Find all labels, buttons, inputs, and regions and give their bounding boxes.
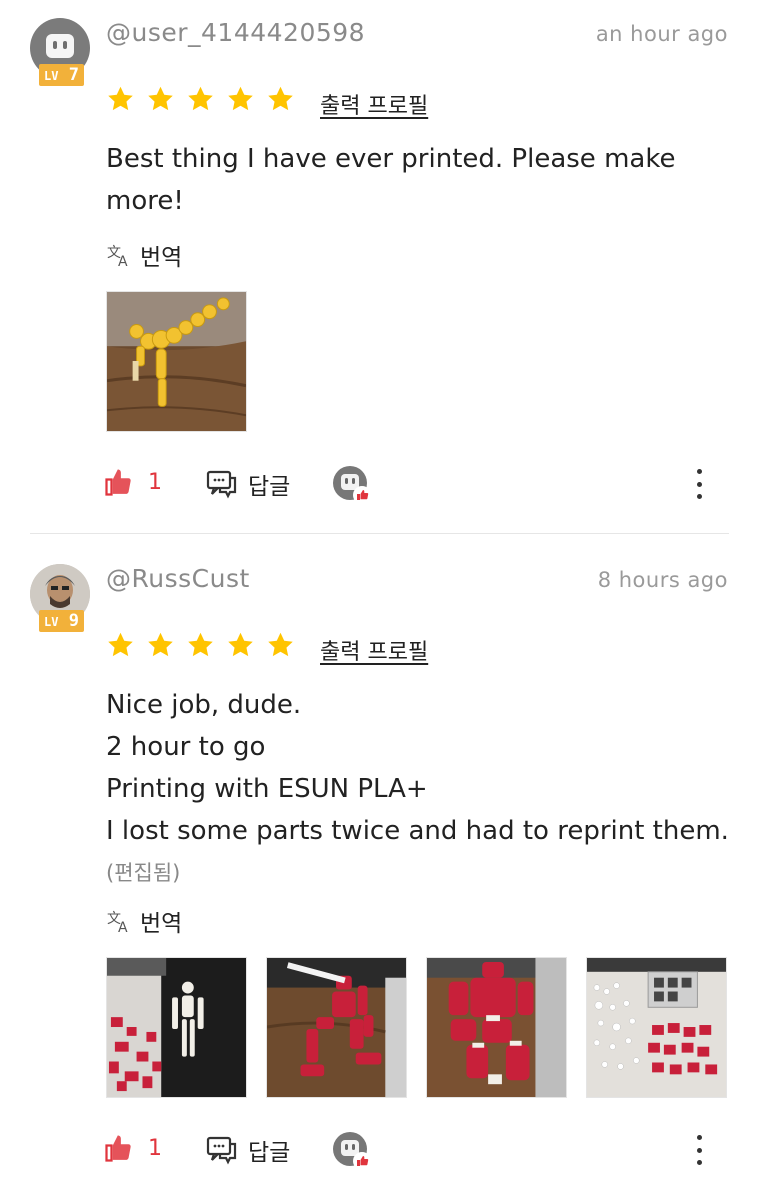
- rating-stars: [106, 631, 295, 659]
- comment-photo[interactable]: [106, 291, 247, 432]
- white-figure-on-mat-photo: [107, 958, 246, 1097]
- translate-icon: 文 A: [107, 245, 128, 268]
- reply-button[interactable]: 답글: [206, 467, 290, 501]
- like-button[interactable]: 1: [104, 1133, 162, 1163]
- thumbs-up-icon: [105, 1135, 131, 1162]
- translate-label: 번역: [140, 911, 183, 937]
- translate-button[interactable]: 文 A 번역: [106, 238, 182, 272]
- liker-avatar[interactable]: [332, 465, 372, 505]
- comment-photo[interactable]: [426, 957, 567, 1098]
- translate-label: 번역: [140, 245, 183, 271]
- level-badge: LV 9: [39, 610, 84, 632]
- star-icon: [268, 632, 293, 657]
- star-icon: [228, 86, 253, 111]
- reply-bubble-icon: [206, 1136, 237, 1165]
- liker-avatar[interactable]: [332, 1131, 372, 1171]
- like-count: 1: [148, 1135, 162, 1161]
- star-icon: [148, 632, 173, 657]
- star-icon: [188, 86, 213, 111]
- rating-stars: [106, 85, 295, 113]
- comment-line: Printing with ESUN PLA+: [106, 774, 428, 804]
- reply-label: 답글: [248, 474, 291, 500]
- red-figure-closeup-photo: [427, 958, 566, 1097]
- reply-label: 답글: [248, 1140, 291, 1166]
- star-icon: [108, 632, 133, 657]
- level-badge: LV 7: [39, 64, 84, 86]
- comment-line: more!: [106, 186, 184, 216]
- comment-line: I lost some parts twice and had to repri…: [106, 816, 729, 846]
- star-icon: [228, 632, 253, 657]
- comment-actions: 1 답글: [104, 465, 729, 507]
- avatar[interactable]: LV 9: [30, 564, 92, 634]
- star-icon: [108, 86, 133, 111]
- star-icon: [268, 86, 293, 111]
- star-icon: [148, 86, 173, 111]
- reply-bubble-icon: [206, 470, 237, 499]
- comment-text: Best thing I have ever printed. Please m…: [106, 138, 736, 222]
- comment-divider: [30, 533, 729, 534]
- thumbs-up-icon: [105, 469, 131, 496]
- comment-actions: 1 답글: [104, 1131, 729, 1173]
- star-icon: [188, 632, 213, 657]
- like-count: 1: [148, 469, 162, 495]
- more-options-icon[interactable]: [695, 469, 703, 499]
- avatar[interactable]: LV 7: [30, 18, 92, 88]
- comment-text: Nice job, dude. 2 hour to go Printing wi…: [106, 684, 736, 852]
- username[interactable]: @user_4144420598: [106, 18, 365, 47]
- print-profile-link[interactable]: 출력 프로필: [320, 634, 428, 666]
- timestamp: 8 hours ago: [597, 568, 728, 592]
- yellow-figure-photo: [107, 292, 246, 431]
- more-options-icon[interactable]: [695, 1135, 703, 1165]
- red-figure-kneeling-photo: [267, 958, 406, 1097]
- timestamp: an hour ago: [595, 22, 728, 46]
- reply-button[interactable]: 답글: [206, 1133, 290, 1167]
- comment-photo[interactable]: [266, 957, 407, 1098]
- comment-line: Nice job, dude.: [106, 690, 302, 720]
- print-profile-link[interactable]: 출력 프로필: [320, 88, 428, 120]
- edited-label: (편집됨): [106, 861, 181, 885]
- translate-button[interactable]: 文 A 번역: [106, 904, 182, 938]
- comment-photo[interactable]: [586, 957, 727, 1098]
- translate-icon: 文 A: [107, 911, 128, 934]
- comment-photo[interactable]: [106, 957, 247, 1098]
- comment-line: Best thing I have ever printed. Please m…: [106, 144, 676, 174]
- parts-layout-photo: [587, 958, 726, 1097]
- comment-line: 2 hour to go: [106, 732, 266, 762]
- username[interactable]: @RussCust: [106, 564, 250, 593]
- svg-text:A: A: [118, 254, 128, 268]
- like-button[interactable]: 1: [104, 467, 162, 497]
- svg-text:A: A: [118, 920, 128, 934]
